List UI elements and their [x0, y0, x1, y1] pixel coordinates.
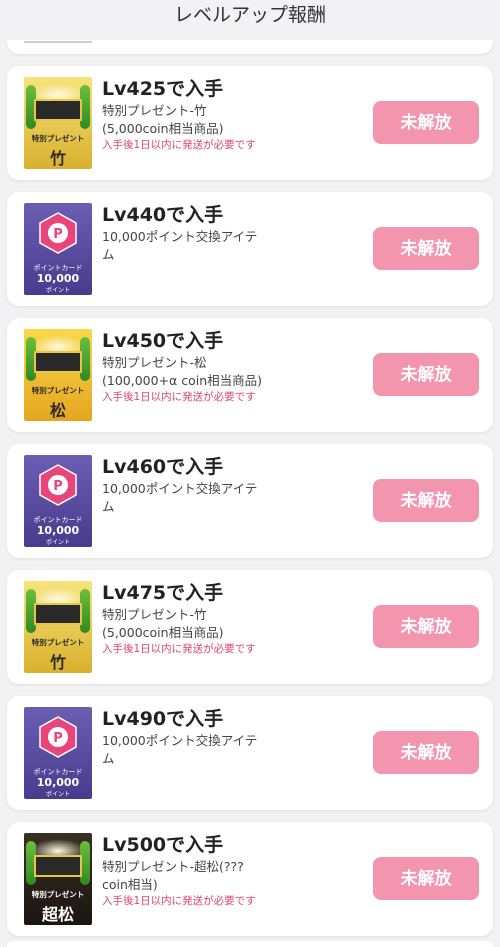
reward-title: Lv500で入手	[102, 834, 224, 856]
gift-thumbnail: 特別プレゼント松	[24, 329, 92, 421]
reward-text: Lv460で入手 10,000ポイント交換アイテム	[102, 454, 372, 516]
thumbnail-value: 10,000	[36, 272, 80, 285]
svg-text:P: P	[53, 731, 63, 746]
reward-card: P ポイントカード 10,000 ポイント Lv460で入手 10,000ポイント交換アイ…	[7, 444, 493, 558]
thumbnail-value: 10,000	[36, 776, 80, 789]
reward-text: Lv500で入手特別プレゼント-超松(??? coin相当) 入手後1日以内に発送が…	[102, 832, 372, 909]
thumbnail-label: 特別プレゼント	[31, 638, 85, 647]
divider	[24, 41, 92, 43]
unlock-status-button[interactable]: 未解放	[373, 227, 479, 270]
shipping-note: 入手後1日以内に発送が必要です	[102, 643, 256, 655]
reward-description: 特別プレゼント-竹 (5,000coin相当商品)	[102, 103, 224, 136]
thumbnail-unit: ポイント	[45, 791, 70, 798]
reward-text: Lv450で入手特別プレゼント-松 (100,000+α coin相当商品) 入手後…	[102, 328, 372, 405]
reward-card: P ポイントカード 10,000 ポイント Lv440で入手 10,000ポイント交換アイ…	[7, 192, 493, 306]
reward-title: Lv450で入手	[102, 330, 224, 352]
reward-title: Lv440で入手	[102, 204, 224, 226]
reward-title: Lv475で入手	[102, 582, 224, 604]
thumbnail-value: 10,000	[36, 524, 80, 537]
reward-card: 特別プレゼント松 Lv450で入手 特別プレゼント-松 (100,000+α coin…	[7, 318, 493, 432]
reward-description: 10,000ポイント交換アイテム	[102, 733, 258, 766]
reward-description: 10,000ポイント交換アイテム	[102, 481, 258, 514]
reward-title: Lv460で入手	[102, 456, 224, 478]
unlock-status-button[interactable]: 未解放	[373, 479, 479, 522]
reward-description: 10,000ポイント交換アイテム	[102, 229, 258, 262]
svg-text:P: P	[53, 227, 63, 242]
gift-thumbnail: 特別プレゼント 超松	[24, 833, 92, 925]
p-hexagon-icon: P	[39, 464, 77, 506]
reward-text: Lv490で入手 10,000ポイント交換アイテム	[102, 706, 372, 768]
reward-card: 特別プレゼント超松 Lv500で入手特別プレゼント-超松(??? coin相当) 入手…	[7, 822, 493, 936]
thumbnail-label: 特別プレゼント	[31, 134, 85, 143]
page-title: レベルアップ報酬	[173, 4, 326, 26]
reward-text: Lv475で入手特別プレゼント-竹 (5,000coin相当商品) 入手後1日以内に…	[102, 580, 372, 657]
reward-description: 特別プレゼント-竹 (5,000coin相当商品)	[102, 607, 224, 640]
thumbnail-grade: 竹	[49, 149, 66, 168]
unlock-status-button[interactable]: 未解放	[373, 353, 479, 396]
thumbnail-grade: 超松	[41, 905, 74, 924]
p-hexagon-icon: P	[39, 212, 77, 254]
gift-box-icon	[34, 855, 82, 877]
svg-text:P: P	[53, 479, 63, 494]
point-card-thumbnail: P ポイントカード 10,000 ポイント	[24, 203, 92, 295]
gift-box-icon	[34, 603, 82, 625]
reward-description: 特別プレゼント-松 (100,000+α coin相当商品)	[102, 355, 263, 388]
thumbnail-grade: 松	[49, 401, 66, 420]
page-header: レベルアップ報酬	[0, 0, 500, 40]
thumbnail-unit: ポイント	[45, 287, 70, 294]
reward-description: 特別プレゼント-超松(??? coin相当)	[102, 859, 244, 892]
thumbnail-grade: 竹	[49, 653, 66, 672]
unlock-status-button[interactable]: 未解放	[373, 731, 479, 774]
point-card-thumbnail: P ポイントカード 10,000 ポイント	[24, 707, 92, 799]
reward-text: Lv440で入手 10,000ポイント交換アイテム	[102, 202, 372, 264]
partial-reward-card	[7, 941, 493, 947]
thumbnail-label: 特別プレゼント	[31, 890, 85, 899]
point-card-thumbnail: P ポイントカード 10,000 ポイント	[24, 455, 92, 547]
gift-box-icon	[34, 99, 82, 121]
p-hexagon-icon: P	[39, 716, 77, 758]
shipping-note: 入手後1日以内に発送が必要です	[102, 391, 256, 403]
reward-card: 特別プレゼント竹 Lv425で入手 特別プレゼント-竹 (5,000coin相当商品)…	[7, 66, 493, 180]
gift-box-icon	[34, 351, 82, 373]
gift-thumbnail: 特別プレゼント竹	[24, 581, 92, 673]
unlock-status-button[interactable]: 未解放	[373, 857, 479, 900]
reward-card: P ポイントカード 10,000 ポイント Lv490で入手 10,000ポイント交換アイ…	[7, 696, 493, 810]
thumbnail-label: 特別プレゼント	[31, 386, 85, 395]
shipping-note: 入手後1日以内に発送が必要です	[102, 139, 256, 151]
gift-thumbnail: 特別プレゼント竹	[24, 77, 92, 169]
thumbnail-unit: ポイント	[45, 539, 70, 546]
reward-text: Lv425で入手特別プレゼント-竹 (5,000coin相当商品) 入手後1日以内に…	[102, 76, 372, 153]
reward-card: 特別プレゼント竹 Lv475で入手 特別プレゼント-竹 (5,000coin相当商品)…	[7, 570, 493, 684]
reward-title: Lv425で入手	[102, 78, 224, 100]
unlock-status-button[interactable]: 未解放	[373, 605, 479, 648]
unlock-status-button[interactable]: 未解放	[373, 101, 479, 144]
shipping-note: 入手後1日以内に発送が必要です	[102, 895, 256, 907]
reward-title: Lv490で入手	[102, 708, 224, 730]
